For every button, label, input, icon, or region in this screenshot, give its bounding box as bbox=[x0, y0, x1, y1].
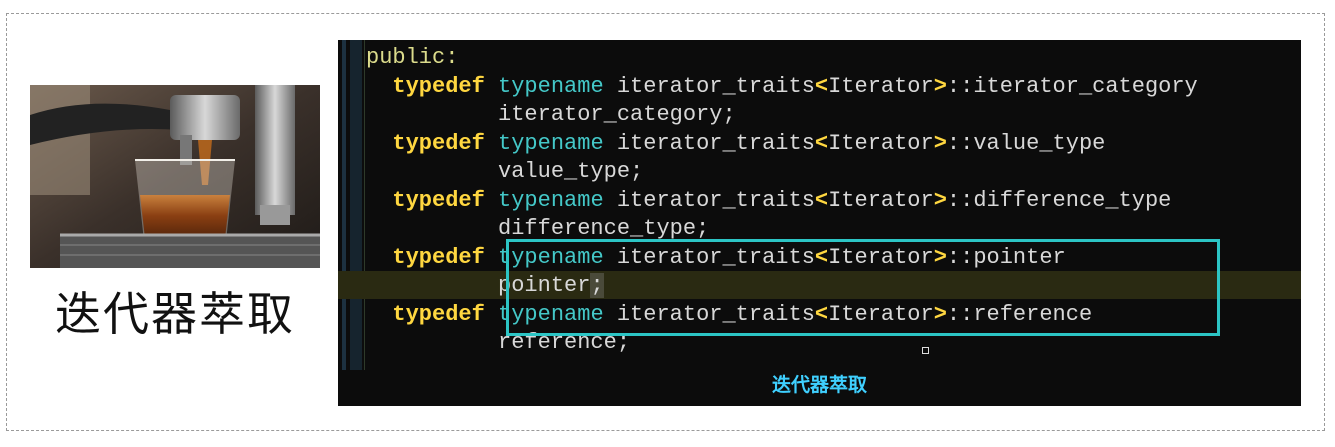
code-line[interactable]: iterator_category; bbox=[366, 101, 1198, 130]
video-subtitle: 迭代器萃取 bbox=[771, 374, 867, 396]
code-token: typename bbox=[498, 130, 604, 156]
indent-guide bbox=[364, 40, 365, 370]
code-token: public: bbox=[366, 45, 459, 70]
code-token: typedef bbox=[392, 301, 485, 327]
code-token: Iterator bbox=[828, 73, 934, 99]
espresso-machine-photo-icon bbox=[30, 85, 320, 268]
editor-fold-gutter bbox=[350, 40, 362, 370]
mouse-cursor-icon bbox=[922, 347, 929, 354]
code-token: ::value_type bbox=[946, 130, 1106, 156]
highlight-annotation-box bbox=[506, 239, 1220, 336]
code-token: Iterator bbox=[828, 187, 934, 213]
code-token: > bbox=[933, 130, 947, 156]
code-token: difference_type; bbox=[366, 216, 710, 241]
code-token: iterator_traits bbox=[603, 187, 815, 213]
code-token: > bbox=[933, 187, 947, 213]
code-token: ::difference_type bbox=[946, 187, 1172, 213]
code-token: > bbox=[933, 73, 947, 99]
code-token: Iterator bbox=[828, 130, 934, 156]
code-token: typename bbox=[498, 187, 604, 213]
code-line[interactable]: public: bbox=[366, 44, 1198, 73]
code-token: < bbox=[814, 187, 829, 213]
code-token: typename bbox=[498, 73, 604, 99]
code-token: typedef bbox=[392, 244, 485, 270]
code-token: < bbox=[814, 130, 829, 156]
code-token: value_type; bbox=[366, 159, 644, 184]
slide-title: 迭代器萃取 bbox=[55, 287, 295, 341]
code-line[interactable]: typedef typename iterator_traits<Iterato… bbox=[366, 130, 1198, 159]
code-editor[interactable]: public: typedef typename iterator_traits… bbox=[338, 40, 1301, 406]
code-line[interactable]: value_type; bbox=[366, 158, 1198, 187]
code-token: iterator_traits bbox=[603, 73, 815, 99]
code-token: typedef bbox=[392, 130, 485, 156]
code-line[interactable]: typedef typename iterator_traits<Iterato… bbox=[366, 187, 1198, 216]
code-line[interactable]: typedef typename iterator_traits<Iterato… bbox=[366, 73, 1198, 102]
code-token: typedef bbox=[392, 73, 485, 99]
code-token: ::iterator_category bbox=[946, 73, 1198, 99]
code-token: iterator_category; bbox=[366, 102, 736, 127]
editor-gutter bbox=[342, 40, 346, 370]
code-token: < bbox=[814, 73, 829, 99]
espresso-photo bbox=[30, 85, 320, 268]
code-token: iterator_traits bbox=[603, 130, 815, 156]
code-token: typedef bbox=[392, 187, 485, 213]
